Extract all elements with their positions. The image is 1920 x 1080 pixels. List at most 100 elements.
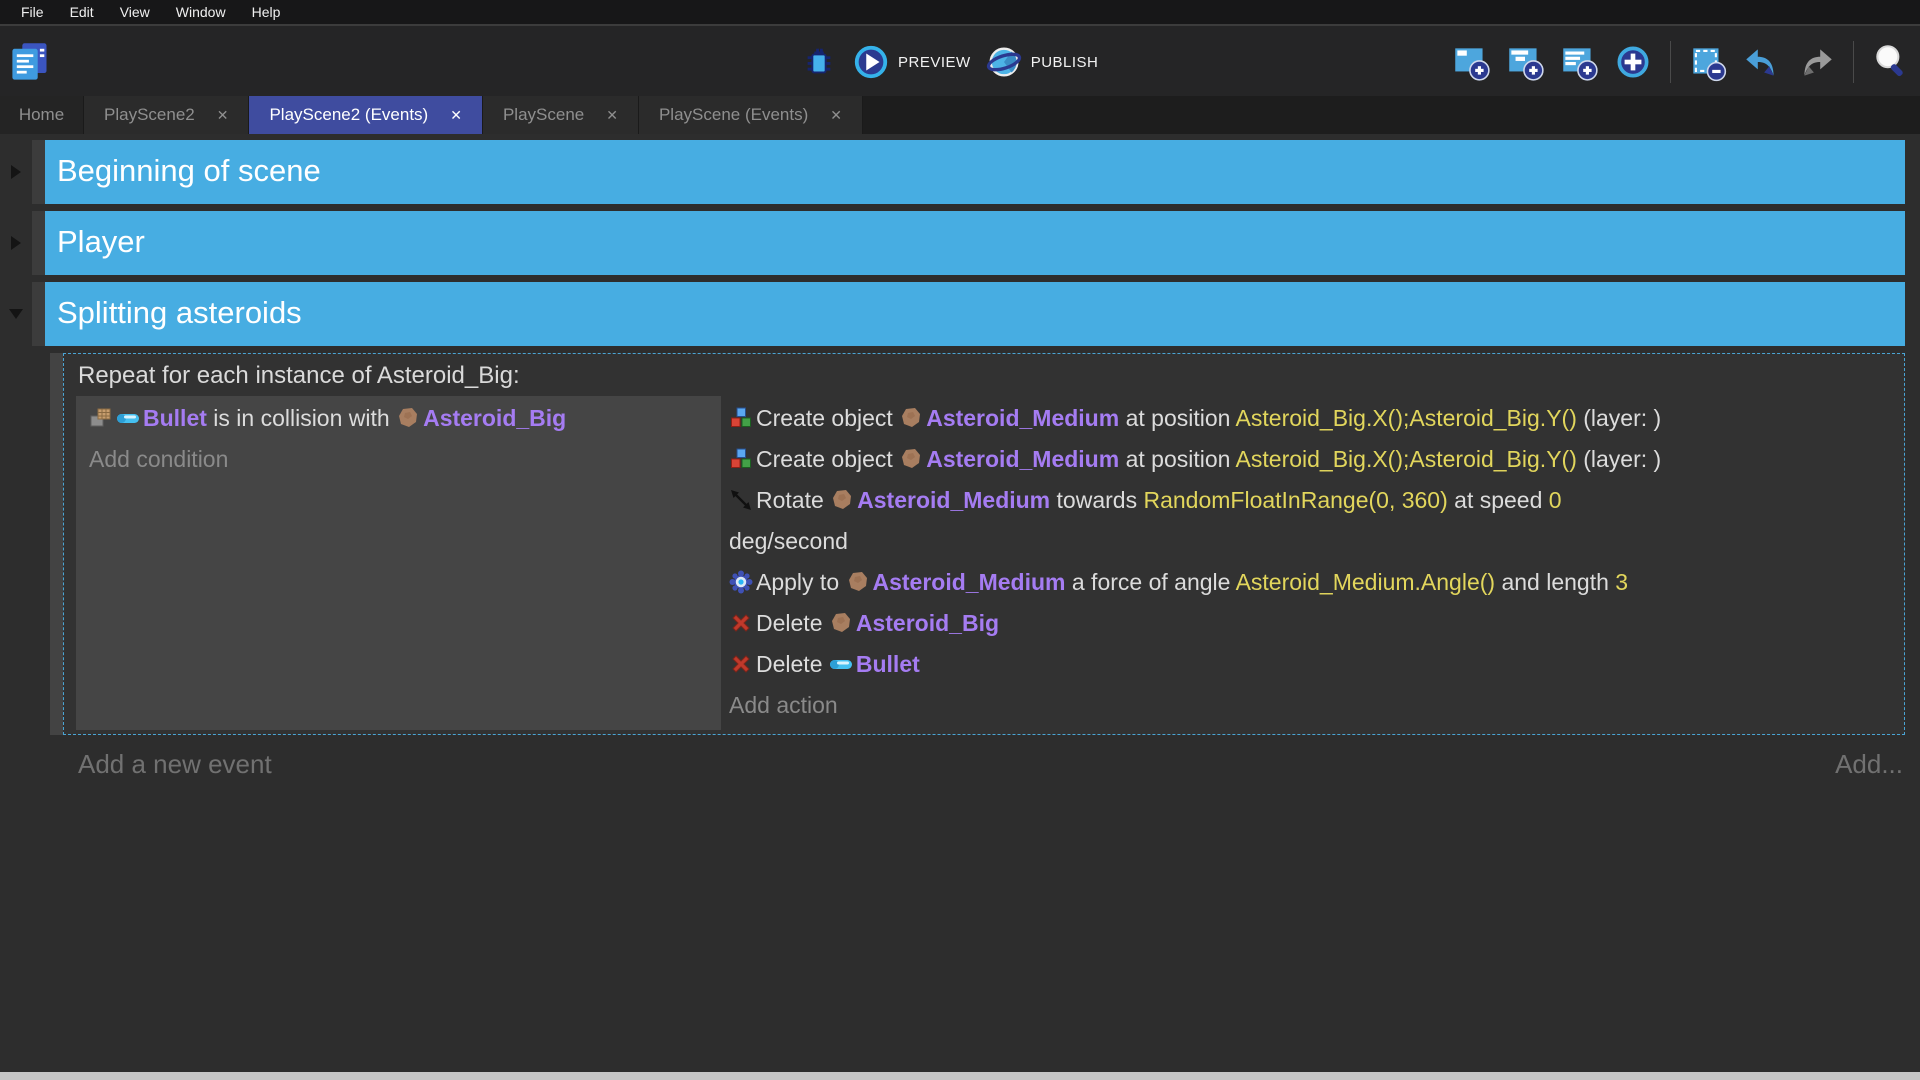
asteroid-icon <box>830 484 854 508</box>
publish-button[interactable]: PUBLISH <box>985 43 1099 81</box>
close-icon[interactable]: ✕ <box>606 107 618 124</box>
events-sheet: Beginning of scene Player Splitting aste… <box>0 134 1920 1072</box>
menu-item-help[interactable]: Help <box>239 4 294 20</box>
tab-playscene[interactable]: PlayScene ✕ <box>483 96 639 134</box>
create-object-icon <box>729 402 753 426</box>
conditions-panel: Bullet is in collision with Asteroid_Big… <box>76 396 721 730</box>
action-row[interactable]: Create object Asteroid_Medium at positio… <box>729 439 1894 480</box>
group-title[interactable]: Splitting asteroids <box>45 282 1905 346</box>
tab-label: PlayScene (Events) <box>659 105 808 125</box>
repeat-event-selected[interactable]: Repeat for each instance of Asteroid_Big… <box>63 353 1905 735</box>
condition-row[interactable]: Bullet is in collision with Asteroid_Big <box>89 398 721 439</box>
text-segment: RandomFloatInRange(0, 360) <box>1143 487 1447 513</box>
add-more-button[interactable]: Add... <box>1835 749 1903 780</box>
text-segment: Asteroid_Medium <box>926 405 1119 431</box>
main-toolbar: PREVIEW PUBLISH <box>0 24 1920 96</box>
repeat-event: Repeat for each instance of Asteroid_Big… <box>50 353 1905 735</box>
delete-icon <box>729 607 753 631</box>
preview-label: PREVIEW <box>898 54 971 71</box>
text-segment: Asteroid_Big.X();Asteroid_Big.Y() <box>1236 405 1577 431</box>
asteroid-icon <box>899 443 923 467</box>
menu-bar: File Edit View Window Help <box>0 0 1920 24</box>
action-row[interactable]: Delete Bullet <box>729 644 1894 685</box>
text-segment: a force of angle <box>1065 569 1235 595</box>
tab-playscene-events[interactable]: PlayScene (Events) ✕ <box>639 96 863 134</box>
action-row[interactable]: Delete Asteroid_Big <box>729 603 1894 644</box>
event-drag-handle[interactable] <box>50 353 63 735</box>
event-drag-handle[interactable] <box>32 140 45 204</box>
group-title[interactable]: Player <box>45 211 1905 275</box>
delete-icon <box>729 648 753 672</box>
close-icon[interactable]: ✕ <box>830 107 842 124</box>
text-segment: Delete <box>756 610 829 636</box>
event-drag-handle[interactable] <box>32 211 45 275</box>
redo-icon[interactable] <box>1795 41 1837 83</box>
force-icon <box>729 566 753 590</box>
event-group-beginning-of-scene[interactable]: Beginning of scene <box>0 140 1905 204</box>
text-segment: Asteroid_Medium <box>857 487 1050 513</box>
bullet-icon <box>116 402 140 426</box>
gdevelop-logo-icon[interactable] <box>8 40 52 84</box>
text-segment: 0 <box>1549 487 1562 513</box>
menu-item-edit[interactable]: Edit <box>57 4 107 20</box>
menu-item-view[interactable]: View <box>107 4 163 20</box>
expand-arrow-icon[interactable] <box>0 140 32 204</box>
collision-icon <box>89 402 113 426</box>
add-condition-button[interactable]: Add condition <box>89 439 721 480</box>
text-segment: Delete <box>756 651 829 677</box>
editor-tab-bar: Home PlayScene2 ✕ PlayScene2 (Events) ✕ … <box>0 96 1920 134</box>
undo-icon[interactable] <box>1741 41 1783 83</box>
collapse-arrow-icon[interactable] <box>0 282 32 346</box>
repeat-event-header[interactable]: Repeat for each instance of Asteroid_Big… <box>64 354 1904 396</box>
event-drag-handle[interactable] <box>32 282 45 346</box>
add-comment-icon[interactable] <box>1558 41 1600 83</box>
tab-playscene2[interactable]: PlayScene2 ✕ <box>84 96 249 134</box>
tab-playscene2-events[interactable]: PlayScene2 (Events) ✕ <box>249 96 482 134</box>
delete-selection-icon[interactable] <box>1687 41 1729 83</box>
text-segment: Asteroid_Big <box>423 405 566 431</box>
preview-play-icon <box>852 43 890 81</box>
menu-item-file[interactable]: File <box>8 4 57 20</box>
event-group-player[interactable]: Player <box>0 211 1905 275</box>
bullet-icon <box>829 648 853 672</box>
menu-item-window[interactable]: Window <box>163 4 239 20</box>
actions-panel: Create object Asteroid_Medium at positio… <box>721 396 1904 730</box>
group-title[interactable]: Beginning of scene <box>45 140 1905 204</box>
action-row[interactable]: Apply to Asteroid_Medium a force of angl… <box>729 562 1894 603</box>
rotate-icon <box>729 484 753 508</box>
text-segment: Apply to <box>756 569 846 595</box>
text-segment: towards <box>1050 487 1143 513</box>
text-segment: at position <box>1119 446 1235 472</box>
text-segment: (layer: ) <box>1577 446 1661 472</box>
text-segment: Create object <box>756 446 899 472</box>
text-segment: (layer: ) <box>1577 405 1661 431</box>
text-segment: deg/second <box>729 528 848 554</box>
tab-label: PlayScene2 <box>104 105 195 125</box>
text-segment: and length <box>1495 569 1615 595</box>
debugger-icon[interactable] <box>800 43 838 81</box>
search-icon[interactable] <box>1870 41 1912 83</box>
expand-arrow-icon[interactable] <box>0 211 32 275</box>
add-subevent-icon[interactable] <box>1504 41 1546 83</box>
event-group-splitting-asteroids[interactable]: Splitting asteroids <box>0 282 1905 346</box>
text-segment: Rotate <box>756 487 830 513</box>
add-action-button[interactable]: Add action <box>729 685 1894 726</box>
text-segment: Asteroid_Medium <box>926 446 1119 472</box>
add-new-event-button[interactable]: Add a new event <box>78 749 272 780</box>
action-row[interactable]: Create object Asteroid_Medium at positio… <box>729 398 1894 439</box>
text-segment: at speed <box>1448 487 1549 513</box>
create-object-icon <box>729 443 753 467</box>
text-segment: is in collision with <box>207 405 396 431</box>
close-icon[interactable]: ✕ <box>217 107 229 124</box>
tab-home[interactable]: Home <box>0 96 84 134</box>
publish-globe-icon <box>985 43 1023 81</box>
add-event-icon[interactable] <box>1450 41 1492 83</box>
toolbar-separator <box>1670 41 1671 83</box>
action-row[interactable]: Rotate Asteroid_Medium towards RandomFlo… <box>729 480 1894 562</box>
add-circle-icon[interactable] <box>1612 41 1654 83</box>
text-segment: Bullet <box>856 651 920 677</box>
text-segment: at position <box>1119 405 1235 431</box>
close-icon[interactable]: ✕ <box>450 107 462 124</box>
horizontal-scrollbar[interactable] <box>0 1072 1920 1080</box>
preview-button[interactable]: PREVIEW <box>852 43 971 81</box>
